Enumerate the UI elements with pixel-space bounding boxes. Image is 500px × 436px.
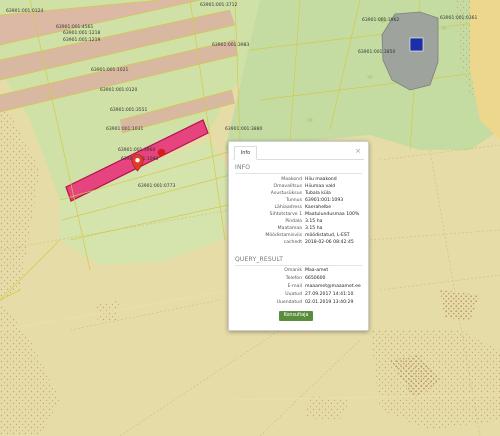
info-value: 3.15 ha: [305, 219, 323, 224]
map-pin-icon[interactable]: [131, 154, 144, 172]
info-key: Omavalitsus: [273, 184, 303, 189]
close-icon[interactable]: ×: [355, 147, 361, 155]
query-key: Uuendatud: [276, 300, 302, 305]
parcel-label: 63901:001:3880: [225, 127, 263, 132]
selection-point-icon: [157, 148, 166, 157]
query-key: Uuatud: [285, 292, 302, 297]
parcel-label: 63901:001:0324: [6, 9, 44, 14]
info-value: 63901:001:1093: [305, 198, 344, 203]
info-value: Hiiumaa vald: [305, 184, 336, 189]
info-key: Asustusüksus: [270, 191, 302, 196]
query-key: Omanik: [284, 268, 302, 273]
parcel-label: 63901:001:1219: [63, 38, 101, 43]
parcel-label: 63901:001:3960: [118, 148, 156, 153]
info-key: cachedt: [283, 240, 302, 245]
info-key: Maakond: [281, 177, 302, 182]
info-row: Omavalitsus Hiiumaa vald: [229, 183, 368, 190]
divider: [235, 173, 362, 174]
parcel-label: 63901:001:1031: [106, 127, 144, 132]
info-section-title: INFO: [235, 164, 251, 171]
info-row: Maatamaa 3.15 ha: [229, 225, 368, 232]
info-key: Lähiaadress: [274, 205, 302, 210]
info-key: Sihtotstarve 1: [269, 212, 302, 217]
popup-tabbar: Info: [233, 146, 364, 160]
info-value: Tubala küla: [305, 191, 331, 196]
query-row: E-mail maaamet@maaamet.ee: [229, 283, 368, 290]
parcel-label: 63901:001:4561: [56, 25, 94, 30]
divider: [235, 265, 362, 266]
info-row: Mõõdistamisviis mõõdistatud, L-EST: [229, 232, 368, 239]
info-value: 3.15 ha: [305, 226, 323, 231]
info-value: Hiiu maakond: [305, 177, 337, 182]
parcel-label: 63901:001:0361: [440, 16, 478, 21]
query-value: 02.01.2019 13:40:29: [305, 300, 354, 305]
info-row: Lähiaadress Kaerahelbe: [229, 204, 368, 211]
info-row: Sihtotstarve 1 Maatulundusmaa 100%: [229, 211, 368, 218]
info-row: Maakond Hiiu maakond: [229, 176, 368, 183]
info-key: Tunnus: [285, 198, 302, 203]
query-key: E-mail: [287, 284, 302, 289]
query-row: Uuendatud 02.01.2019 13:40:29: [229, 299, 368, 306]
parcel-label: 63901:001:3983: [212, 43, 250, 48]
parcel-label: 63901:001:3551: [110, 108, 148, 113]
parcel-label: 63901:001:3962: [362, 18, 400, 23]
query-key: Telefon: [285, 276, 302, 281]
parcel-label: 63901:001:0773: [138, 184, 176, 189]
query-value[interactable]: maaamet@maaamet.ee: [305, 283, 361, 290]
parcel-label: 63901:001:0120: [100, 88, 138, 93]
query-row: Telefon 6650600: [229, 275, 368, 282]
info-value: Maatulundusmaa 100%: [305, 212, 360, 217]
parcel-label: 63901:001:1218: [63, 31, 101, 36]
info-row: Pindala 3.15 ha: [229, 218, 368, 225]
tab-info[interactable]: Info: [234, 146, 257, 160]
info-value: mõõdistatud, L-EST: [305, 233, 350, 238]
parcel-label: 63901:001:3850: [358, 50, 396, 55]
info-value: 2018-02-06 08:42:45: [305, 240, 354, 245]
query-value: 27.09.2017 14:41:10: [305, 292, 354, 297]
info-row: cachedt 2018-02-06 08:42:45: [229, 239, 368, 246]
info-row: Tunnus 63901:001:1093: [229, 197, 368, 204]
info-key: Mõõdistamisviis: [265, 233, 302, 238]
info-key: Maatamaa: [277, 226, 302, 231]
consult-button[interactable]: Konsultaja: [279, 311, 313, 321]
info-row: Asustusüksus Tubala küla: [229, 190, 368, 197]
map-view[interactable]: 63901:001:0324 63901:001:4561 63901:001:…: [0, 0, 500, 436]
info-key: Pindala: [285, 219, 302, 224]
info-popup: Info × INFO Maakond Hiiu maakond Omavalit…: [228, 141, 369, 331]
query-row: Uuatud 27.09.2017 14:41:10: [229, 291, 368, 298]
query-row: Omanik Maa-amet: [229, 267, 368, 274]
parcel-label: 63901:001:3712: [200, 3, 238, 8]
parcel-label: 63901:001:1021: [91, 68, 129, 73]
info-value: Kaerahelbe: [305, 205, 332, 210]
query-value: 6650600: [305, 276, 326, 281]
query-value: Maa-amet: [305, 268, 329, 273]
query-section-title: QUERY_RESULT: [235, 256, 284, 263]
